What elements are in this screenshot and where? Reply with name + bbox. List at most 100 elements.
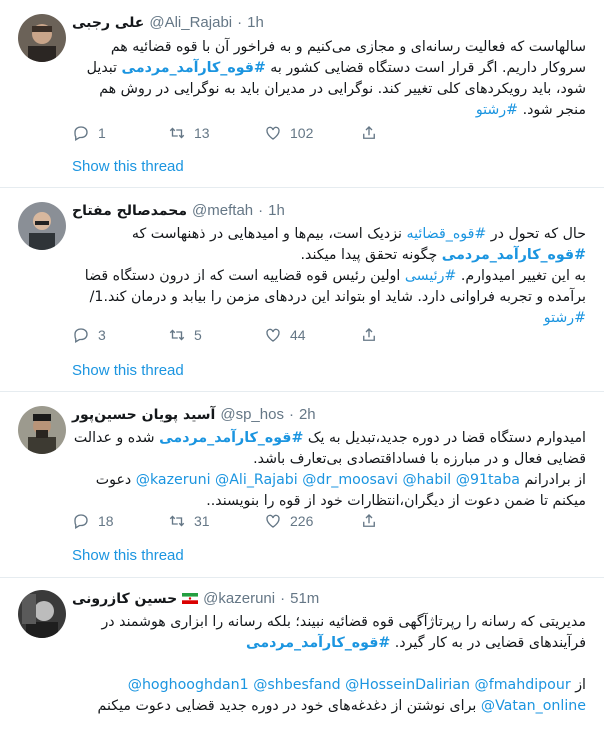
text-line: @Vatan_online برای نوشتن از دغدغه‌های خو… xyxy=(72,696,586,717)
retweet-count: 5 xyxy=(194,327,202,343)
retweet-count: 13 xyxy=(194,125,210,141)
hashtag-link[interactable]: #رشتو xyxy=(544,310,586,326)
text-segment: سروکار داریم. اگر قرار است دستگاه قضایی … xyxy=(265,60,586,76)
hashtag-link[interactable]: #رئیسی xyxy=(405,268,456,284)
text-line: مدیریتی که رسانه را رپرتاژآگهی قوه قضائی… xyxy=(101,614,586,630)
reply-button[interactable]: 3 xyxy=(72,326,168,344)
separator-dot: · xyxy=(258,202,264,219)
tweet-text: مدیریتی که رسانه را رپرتاژآگهی قوه قضائی… xyxy=(72,612,586,717)
text-segment: از برادرانم xyxy=(519,472,586,488)
text-line: منجر شود. #رشتو xyxy=(72,100,586,121)
user-name[interactable]: حسین کازرونی xyxy=(72,591,177,607)
user-handle: @meftah xyxy=(192,202,254,219)
reply-count: 3 xyxy=(98,327,106,343)
user-name[interactable]: آسید پویان حسین‌پور xyxy=(72,407,215,423)
text-line: حال که تحول در #قوه_قضائیه نزدیک است، بی… xyxy=(72,224,586,245)
tweet-actions: 3 5 44 xyxy=(72,326,456,344)
show-thread-link[interactable]: Show this thread xyxy=(72,158,184,175)
hashtag-link[interactable]: #قوه_کارآمد_مردمی xyxy=(442,247,586,263)
hashtag-link[interactable]: #قوه_کارآمد_مردمی xyxy=(122,60,266,76)
reply-count: 1 xyxy=(98,125,106,141)
iran-flag-icon xyxy=(182,591,199,607)
hashtag-link[interactable]: #قوه_کارآمد_مردمی xyxy=(159,430,303,446)
timestamp[interactable]: 51m xyxy=(290,590,319,607)
reply-icon xyxy=(74,514,88,529)
text-line: فرآیندهای قضایی در به کار گیرد. #قوه_کار… xyxy=(72,633,586,654)
text-line: به این تغییر امیدوارم. #رئیسی اولین رئیس… xyxy=(72,266,586,287)
tweet[interactable]: حسین کازرونی @kazeruni · 51m مدیریتی که … xyxy=(0,578,604,741)
avatar[interactable] xyxy=(18,590,66,638)
retweet-button[interactable]: 13 xyxy=(168,124,264,142)
separator-dot: · xyxy=(288,406,294,423)
retweet-count: 31 xyxy=(194,513,210,529)
timestamp[interactable]: 1h xyxy=(268,202,285,219)
tweet-text: سالهاست که فعالیت رسانه‌ای و مجازی می‌کن… xyxy=(72,37,586,121)
separator-dot: · xyxy=(280,590,286,607)
retweet-icon xyxy=(169,127,185,139)
share-button[interactable] xyxy=(360,326,456,344)
mention-links[interactable]: @hoghooghdan1 @shbesfand @HosseinDaliria… xyxy=(128,677,571,693)
retweet-button[interactable]: 5 xyxy=(168,326,264,344)
text-segment: منجر شود. xyxy=(518,102,586,118)
text-segment: برای نوشتن از دغدغه‌های خود در دوره جدید… xyxy=(97,698,481,714)
text-line: از @hoghooghdan1 @shbesfand @HosseinDali… xyxy=(72,675,586,696)
like-count: 226 xyxy=(290,513,314,529)
heart-icon xyxy=(266,126,280,140)
like-button[interactable]: 226 xyxy=(264,512,360,530)
text-segment: اولین رئیس قوه قضاییه است که از درون دست… xyxy=(84,268,405,284)
text-line: میکنم تا ضمن دعوت از دیگران،انتظارات خود… xyxy=(206,493,586,509)
mention-link[interactable]: @Vatan_online xyxy=(481,698,586,714)
reply-count: 18 xyxy=(98,513,114,529)
text-line: شود، باید رویکردهای کلی تغییر کند. نوگرا… xyxy=(99,81,586,97)
hashtag-link[interactable]: #قوه_کارآمد_مردمی xyxy=(246,635,390,651)
reply-icon xyxy=(74,328,88,343)
retweet-button[interactable]: 31 xyxy=(168,512,264,530)
retweet-icon xyxy=(169,329,185,341)
timestamp[interactable]: 2h xyxy=(299,406,316,423)
show-thread-link[interactable]: Show this thread xyxy=(72,547,184,564)
mention-links[interactable]: @kazeruni @Ali_Rajabi @dr_moosavi @habil… xyxy=(136,472,520,488)
hashtag-link[interactable]: #قوه_قضائیه xyxy=(407,226,487,242)
avatar[interactable] xyxy=(18,14,66,62)
separator-dot: · xyxy=(237,14,243,31)
like-count: 102 xyxy=(290,125,314,141)
share-icon xyxy=(363,328,375,341)
user-name[interactable]: علی رجبی xyxy=(72,15,144,31)
like-button[interactable]: 102 xyxy=(264,124,360,142)
heart-icon xyxy=(266,328,280,342)
reply-button[interactable]: 18 xyxy=(72,512,168,530)
avatar[interactable] xyxy=(18,202,66,250)
user-name[interactable]: محمدصالح مفتاح xyxy=(72,203,187,219)
share-icon xyxy=(363,514,375,527)
heart-icon xyxy=(266,514,280,528)
text-line: قضایی فعال و در مبارزه با فساداقتصادی بی… xyxy=(253,451,586,467)
tweet[interactable]: علی رجبی @Ali_Rajabi · 1h سالهاست که فعا… xyxy=(0,0,604,188)
reply-button[interactable]: 1 xyxy=(72,124,168,142)
like-count: 44 xyxy=(290,327,306,343)
tweet[interactable]: آسید پویان حسین‌پور @sp_hos · 2h امیدوار… xyxy=(0,392,604,578)
like-button[interactable]: 44 xyxy=(264,326,360,344)
text-segment: حال که تحول در xyxy=(486,226,586,242)
timestamp[interactable]: 1h xyxy=(247,14,264,31)
text-segment: شده و عدالت xyxy=(73,430,160,446)
share-button[interactable] xyxy=(360,124,456,142)
text-segment: تبدیل xyxy=(86,60,122,76)
text-segment: امیدوارم دستگاه قضا در دوره جدید،تبدیل ب… xyxy=(303,430,586,446)
text-line: #قوه_کارآمد_مردمی چگونه تحقق پیدا میکند. xyxy=(72,245,586,266)
share-button[interactable] xyxy=(360,512,456,530)
tweet-actions: 18 31 226 xyxy=(72,512,456,530)
show-thread-link[interactable]: Show this thread xyxy=(72,362,184,379)
tweet[interactable]: محمدصالح مفتاح @meftah · 1h حال که تحول … xyxy=(0,188,604,392)
reply-icon xyxy=(74,126,88,141)
text-segment: از xyxy=(570,677,586,693)
text-segment: دعوت xyxy=(95,472,136,488)
user-handle: @Ali_Rajabi xyxy=(149,14,233,31)
text-line: امیدوارم دستگاه قضا در دوره جدید،تبدیل ب… xyxy=(72,428,586,449)
text-line: از برادرانم @kazeruni @Ali_Rajabi @dr_mo… xyxy=(72,470,586,491)
avatar[interactable] xyxy=(18,406,66,454)
user-handle: @kazeruni xyxy=(203,590,276,607)
text-segment: چگونه تحقق پیدا میکند. xyxy=(300,247,442,263)
text-segment: به این تغییر امیدوارم. xyxy=(456,268,586,284)
hashtag-link[interactable]: #رشتو xyxy=(476,102,518,118)
